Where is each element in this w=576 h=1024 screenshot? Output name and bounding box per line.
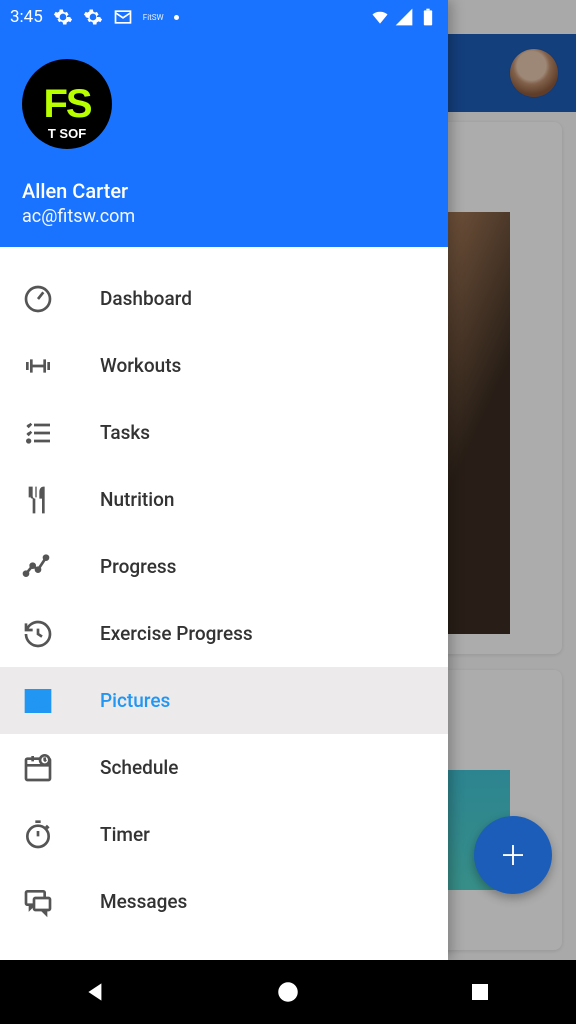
back-icon bbox=[83, 979, 109, 1005]
sidebar-item-label: Nutrition bbox=[100, 488, 174, 511]
status-time: 3:45 bbox=[10, 7, 43, 27]
navigation-drawer: 3:45 FitSW FS T SOF Allen Carter ac@fits… bbox=[0, 0, 448, 960]
dumbbell-icon bbox=[22, 350, 54, 382]
sidebar-item-pictures[interactable]: Pictures bbox=[0, 667, 448, 734]
drawer-menu: Dashboard Workouts Tasks Nutrition Progr… bbox=[0, 247, 448, 960]
circle-icon bbox=[275, 979, 301, 1005]
sidebar-item-exercise-progress[interactable]: Exercise Progress bbox=[0, 600, 448, 667]
status-dot-icon bbox=[174, 15, 179, 20]
nav-recent-button[interactable] bbox=[435, 972, 525, 1012]
status-app-label: FitSW bbox=[143, 13, 164, 22]
chat-icon bbox=[22, 886, 54, 918]
sidebar-item-label: Workouts bbox=[100, 354, 181, 377]
drawer-header: FS T SOF Allen Carter ac@fitsw.com bbox=[0, 0, 448, 247]
chart-icon bbox=[22, 551, 54, 583]
sidebar-item-timer[interactable]: Timer bbox=[0, 801, 448, 868]
cell-signal-icon bbox=[394, 7, 414, 27]
wifi-icon bbox=[370, 7, 390, 27]
sidebar-item-progress[interactable]: Progress bbox=[0, 533, 448, 600]
profile-avatar[interactable]: FS T SOF bbox=[22, 59, 112, 149]
utensils-icon bbox=[22, 484, 54, 516]
profile-email: ac@fitsw.com bbox=[22, 206, 426, 227]
plus-icon bbox=[498, 840, 528, 870]
checklist-icon bbox=[22, 417, 54, 449]
history-icon bbox=[22, 618, 54, 650]
system-navbar bbox=[0, 960, 576, 1024]
sidebar-item-label: Timer bbox=[100, 823, 150, 846]
add-fab[interactable] bbox=[474, 816, 552, 894]
picture-icon bbox=[22, 685, 54, 717]
nav-back-button[interactable] bbox=[51, 972, 141, 1012]
sidebar-item-nutrition[interactable]: Nutrition bbox=[0, 466, 448, 533]
sidebar-item-label: Schedule bbox=[100, 756, 178, 779]
gear-icon bbox=[53, 7, 73, 27]
sidebar-item-messages[interactable]: Messages bbox=[0, 868, 448, 935]
status-bar: 3:45 FitSW bbox=[0, 0, 448, 34]
sidebar-item-tasks[interactable]: Tasks bbox=[0, 399, 448, 466]
sidebar-item-dashboard[interactable]: Dashboard bbox=[0, 265, 448, 332]
sidebar-item-label: Messages bbox=[100, 890, 187, 913]
profile-name: Allen Carter bbox=[22, 179, 426, 203]
mail-icon bbox=[113, 7, 133, 27]
sidebar-item-label: Progress bbox=[100, 555, 176, 578]
stopwatch-icon bbox=[22, 819, 54, 851]
nav-home-button[interactable] bbox=[243, 972, 333, 1012]
gauge-icon bbox=[22, 283, 54, 315]
sidebar-item-label: Exercise Progress bbox=[100, 622, 253, 645]
gear-icon bbox=[83, 7, 103, 27]
square-icon bbox=[468, 980, 492, 1004]
battery-icon bbox=[418, 7, 438, 27]
sidebar-item-label: Tasks bbox=[100, 421, 150, 444]
sidebar-item-schedule[interactable]: Schedule bbox=[0, 734, 448, 801]
sidebar-item-label: Pictures bbox=[100, 689, 170, 712]
sidebar-item-workouts[interactable]: Workouts bbox=[0, 332, 448, 399]
calendar-icon bbox=[22, 752, 54, 784]
sidebar-item-label: Dashboard bbox=[100, 287, 192, 310]
screen: 3:45 FitSW FS T SOF Allen Carter ac@fits… bbox=[0, 0, 576, 1024]
